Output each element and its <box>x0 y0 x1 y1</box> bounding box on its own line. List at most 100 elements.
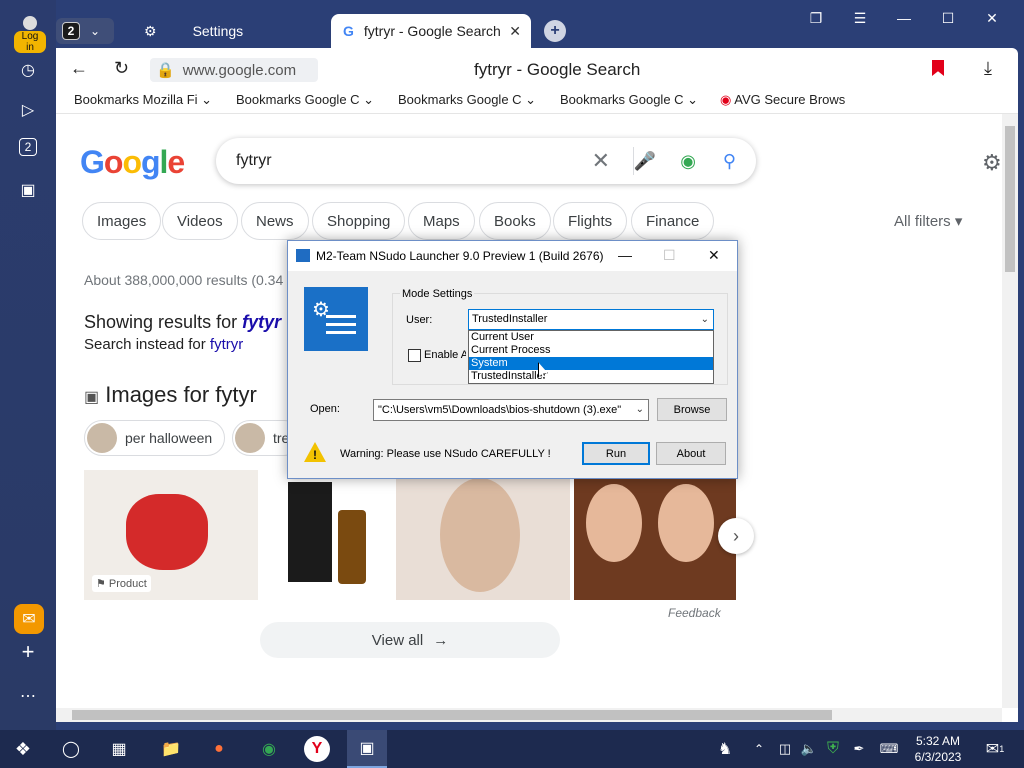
yandex-icon[interactable]: Y <box>304 736 330 762</box>
open-command-field[interactable]: "C:\Users\vm5\Downloads\bios-shutdown (3… <box>373 399 649 421</box>
user-select[interactable]: TrustedInstaller ⌄ <box>468 309 714 330</box>
nsudo-logo: ⚙ <box>304 287 368 351</box>
chrome-icon[interactable]: ◉ <box>256 736 282 762</box>
option-system[interactable]: System <box>469 357 713 370</box>
chip-shopping[interactable]: Shopping <box>312 202 406 240</box>
shield-icon[interactable]: ⛨ <box>820 736 846 762</box>
nsudo-taskbar-icon[interactable]: ▣ <box>347 730 387 768</box>
tab-settings[interactable]: ⚙ Settings <box>136 14 326 48</box>
image-result[interactable]: ⚑ Product <box>84 470 258 600</box>
feedback-link[interactable]: Feedback <box>668 606 721 620</box>
image-result[interactable] <box>574 470 736 600</box>
clock[interactable]: 5:32 AM 6/3/2023 <box>900 733 976 765</box>
image-result[interactable] <box>262 470 394 600</box>
maximize-icon[interactable]: ☐ <box>938 10 958 27</box>
chip-images[interactable]: Images <box>82 202 162 240</box>
scroll-thumb[interactable] <box>1005 126 1015 272</box>
horizontal-scrollbar[interactable] <box>56 708 1002 722</box>
tab-count-badge: 2 <box>62 22 80 40</box>
screenshot-icon[interactable]: ▣ <box>16 178 40 202</box>
more-icon[interactable]: ⋯ <box>16 684 40 708</box>
mic-icon[interactable]: 🎤 <box>634 151 656 172</box>
download-icon[interactable]: ⤓ <box>984 58 992 79</box>
about-button[interactable]: About <box>656 442 726 465</box>
history-icon[interactable]: ◷ <box>16 58 40 82</box>
search-query: fytryr <box>236 152 272 169</box>
new-tab-button[interactable]: + <box>544 20 566 42</box>
login-avatar[interactable]: Log in <box>14 16 46 53</box>
browse-button[interactable]: Browse <box>657 398 727 421</box>
tab-count-button[interactable]: 2 ⌄ <box>56 18 114 44</box>
open-label: Open: <box>310 403 340 415</box>
original-term-link[interactable]: fytryr <box>210 336 243 353</box>
file-explorer-icon[interactable]: 📁 <box>158 736 184 762</box>
add-panel-icon[interactable]: + <box>16 639 40 664</box>
chip-books[interactable]: Books <box>479 202 551 240</box>
image-filter-chip[interactable]: per halloween <box>84 420 226 456</box>
menu-icon[interactable]: ☰ <box>850 10 870 27</box>
chip-news[interactable]: News <box>241 202 309 240</box>
video-icon[interactable]: ▷ <box>16 98 40 122</box>
bookmark-folder[interactable]: Bookmarks Google C ⌄ <box>560 92 698 108</box>
product-image <box>126 494 208 570</box>
task-view-icon[interactable]: ▦ <box>106 736 132 762</box>
view-all-button[interactable]: View all → <box>260 622 560 658</box>
bookmark-folder[interactable]: Bookmarks Google C ⌄ <box>236 92 374 108</box>
image-result[interactable] <box>396 470 570 600</box>
arrow-right-icon: → <box>433 631 449 649</box>
corrected-term-link[interactable]: fytyr <box>242 312 281 332</box>
notification-icon[interactable]: ✉ 1 <box>982 736 1008 762</box>
chip-finance[interactable]: Finance <box>631 202 715 240</box>
open-command-value: "C:\Users\vm5\Downloads\bios-shutdown (3… <box>378 404 622 416</box>
chip-maps[interactable]: Maps <box>408 202 475 240</box>
all-filters-button[interactable]: All filters ▾ <box>894 212 962 230</box>
app-icon <box>296 249 310 262</box>
windows-start-icon[interactable]: ❖ <box>10 736 36 762</box>
minimize-icon[interactable]: — <box>618 247 632 263</box>
pen-icon[interactable]: ✒ <box>846 736 872 762</box>
side-rail: Log in ◷ ▷ 2 ▣ ✉ + ⋯ <box>0 0 56 730</box>
close-icon[interactable]: ✕ <box>708 247 720 264</box>
volume-muted-icon[interactable]: 🔈 <box>796 736 822 762</box>
option-current-process[interactable]: Current Process <box>469 344 713 357</box>
user-label: User: <box>406 314 433 326</box>
bookmark-folder[interactable]: Bookmarks Google C ⌄ <box>398 92 536 108</box>
lens-icon[interactable]: ◉ <box>680 151 696 172</box>
chip-videos[interactable]: Videos <box>162 202 238 240</box>
minimize-icon[interactable]: — <box>894 10 914 26</box>
people-icon[interactable]: ♞ <box>712 736 738 762</box>
tab-google-search[interactable]: G fytryr - Google Search ✕ <box>331 14 531 48</box>
bookmark-icon[interactable] <box>932 60 944 76</box>
google-logo[interactable]: Google <box>80 144 185 181</box>
bookmark-folder[interactable]: Bookmarks Mozilla Fi ⌄ <box>74 92 212 108</box>
close-tab-icon[interactable]: ✕ <box>509 23 521 40</box>
clear-icon[interactable]: ✕ <box>592 148 610 174</box>
chevron-up-icon[interactable]: ⌃ <box>746 736 772 762</box>
reload-icon[interactable]: ↻ <box>114 58 129 79</box>
firefox-icon[interactable]: ● <box>206 736 232 762</box>
vertical-scrollbar[interactable] <box>1002 114 1018 708</box>
url-field[interactable]: 🔒 www.google.com <box>150 58 318 82</box>
mail-icon[interactable]: ✉ <box>14 604 44 634</box>
keyboard-icon[interactable]: ⌨ <box>876 736 902 762</box>
bookmark-panel-icon[interactable]: ❐ <box>806 10 826 27</box>
tab-label: Settings <box>192 23 244 39</box>
back-icon[interactable]: ← <box>70 58 88 79</box>
chip-flights[interactable]: Flights <box>553 202 628 240</box>
tabs-badge-icon[interactable]: 2 <box>19 138 37 156</box>
address-bar: ← ↻ 🔒 www.google.com fytryr - Google Sea… <box>56 48 1018 88</box>
settings-gear-icon[interactable]: ⚙ <box>982 150 1002 176</box>
scroll-thumb[interactable] <box>72 710 832 720</box>
close-window-icon[interactable]: ✕ <box>982 10 1002 27</box>
enable-all-privileges-checkbox[interactable] <box>408 349 421 362</box>
search-icon[interactable]: ◯ <box>58 736 84 762</box>
search-icon[interactable]: ⚲ <box>723 151 736 172</box>
chevron-down-icon[interactable]: ⌄ <box>636 400 644 420</box>
network-icon[interactable]: ◫ <box>772 736 798 762</box>
bookmark-avg[interactable]: ◉ AVG Secure Brows <box>720 92 845 108</box>
chevron-right-icon[interactable]: › <box>718 518 754 554</box>
run-button[interactable]: Run <box>582 442 650 465</box>
option-trustedinstaller[interactable]: TrustedInstaller <box>469 370 713 383</box>
search-input[interactable]: fytryr ✕ 🎤 ◉ ⚲ <box>216 138 756 184</box>
option-current-user[interactable]: Current User <box>469 331 713 344</box>
